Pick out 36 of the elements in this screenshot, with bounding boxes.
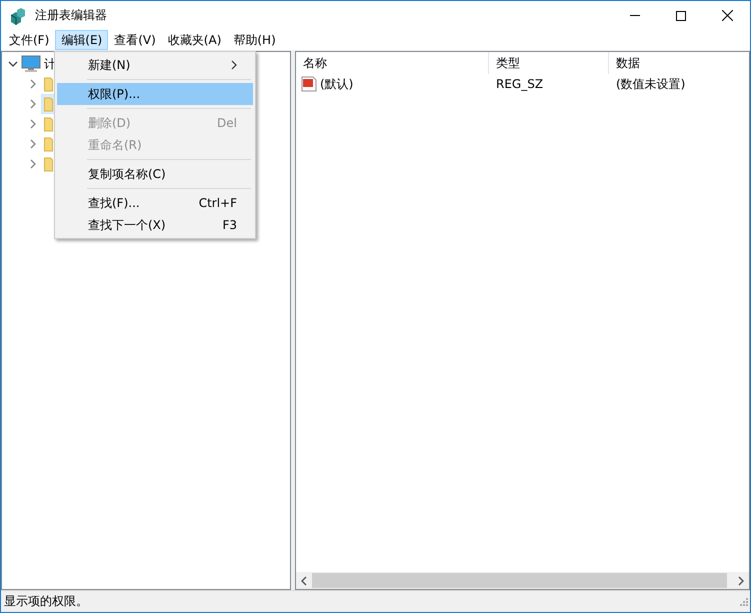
- folder-icon: [44, 156, 53, 172]
- column-header[interactable]: 名称: [296, 52, 489, 74]
- menu-item[interactable]: 收藏夹(A): [162, 30, 228, 50]
- column-header[interactable]: 数据: [609, 52, 749, 74]
- minimize-icon: [630, 15, 640, 16]
- folder-icon: [44, 136, 53, 152]
- status-text: 显示项的权限。: [4, 593, 88, 610]
- folder-icon: [44, 116, 53, 132]
- menu-item[interactable]: 帮助(H): [227, 30, 282, 50]
- table-cell: (默认): [320, 76, 354, 92]
- tree-item-label[interactable]: 计: [44, 56, 56, 72]
- folder-icon: [44, 76, 53, 92]
- scrollbar-thumb[interactable]: [312, 573, 727, 588]
- folder-icon: [44, 96, 53, 112]
- menu-option[interactable]: 查找(F)... Ctrl+F: [57, 192, 253, 214]
- menu-item[interactable]: 文件(F): [3, 30, 56, 50]
- menu-option[interactable]: 权限(P)...: [57, 83, 253, 105]
- menu-item[interactable]: 查看(V): [108, 30, 162, 50]
- table-cell-text: (数值未设置): [615, 76, 686, 92]
- expand-chevron-icon[interactable]: [8, 59, 18, 69]
- table-cell-text: REG_SZ: [495, 77, 544, 91]
- menu-option[interactable]: 复制项名称(C): [57, 163, 253, 185]
- close-icon: [722, 10, 732, 21]
- column-header[interactable]: 类型: [489, 52, 609, 74]
- menu-option[interactable]: 新建(N): [57, 54, 253, 76]
- menu-option[interactable]: 查找下一个(X) F3: [57, 214, 253, 236]
- cubes-icon: [9, 6, 27, 24]
- resize-grip-icon[interactable]: [740, 598, 748, 606]
- computer-icon: [21, 55, 41, 73]
- scroll-right-icon[interactable]: [737, 576, 745, 586]
- scroll-left-icon[interactable]: [300, 576, 308, 586]
- string-value-icon: [301, 76, 317, 92]
- maximize-icon: [676, 10, 686, 20]
- horizontal-scrollbar[interactable]: [296, 572, 749, 589]
- menu-item[interactable]: 编辑(E): [55, 30, 108, 50]
- window-title: 注册表编辑器: [35, 7, 107, 24]
